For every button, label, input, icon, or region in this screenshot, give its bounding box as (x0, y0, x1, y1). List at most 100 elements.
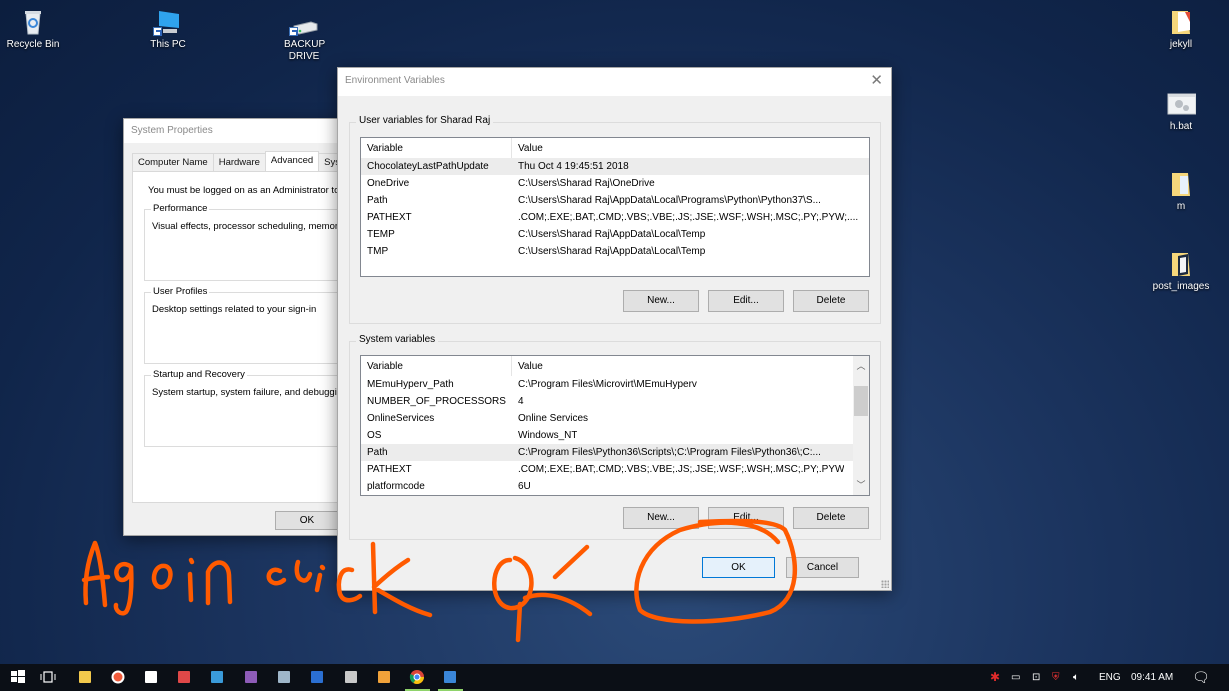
drive-icon (289, 20, 319, 36)
variable-name: NUMBER_OF_PROCESSORS (367, 396, 506, 407)
list-row[interactable]: platformcode 6U (361, 478, 853, 495)
start-windows-icon[interactable] (10, 669, 26, 685)
desktop-icon-label: jekyll (1169, 39, 1193, 50)
git-icon[interactable] (376, 669, 392, 685)
column-header-variable[interactable]: Variable (361, 138, 512, 158)
system-new-button[interactable]: New... (623, 507, 699, 529)
environment-variables-titlebar[interactable]: Environment Variables ✕ (338, 68, 891, 96)
control-panel-icon[interactable] (209, 669, 225, 685)
visual-studio-icon[interactable] (243, 669, 259, 685)
resize-grip-icon[interactable] (881, 580, 889, 588)
shortcut-arrow-icon (153, 27, 162, 36)
list-row[interactable]: PATHEXT .COM;.EXE;.BAT;.CMD;.VBS;.VBE;.JS… (361, 209, 869, 226)
folder-icon (1166, 170, 1196, 198)
desktop-icon-backup-drive[interactable]: BACKUP DRIVE (266, 20, 342, 63)
network-activity-icon[interactable]: ✱ (990, 664, 1000, 691)
list-row[interactable]: TEMP C:\Users\Sharad Raj\AppData\Local\Te… (361, 226, 869, 243)
task-view-icon[interactable] (40, 669, 56, 685)
system-properties-window: System Properties Computer Name Hardware… (123, 118, 384, 536)
list-row[interactable]: Path C:\Users\Sharad Raj\AppData\Local\Pr… (361, 192, 869, 209)
list-row[interactable]: NUMBER_OF_PROCESSORS 4 (361, 393, 853, 410)
user-variables-list[interactable]: Variable Value ChocolateyLastPathUpdate T… (360, 137, 870, 277)
list-row[interactable]: OS Windows_NT (361, 427, 853, 444)
file-explorer-icon[interactable] (77, 669, 93, 685)
scroll-down-icon[interactable]: ﹀ (853, 477, 869, 493)
desktop-icon-h-bat[interactable]: h.bat (1143, 90, 1219, 133)
desktop-icon-label: Recycle Bin (6, 39, 60, 50)
user-edit-button[interactable]: Edit... (708, 290, 784, 312)
column-header-variable[interactable]: Variable (361, 356, 512, 376)
annotation-letter-l (294, 559, 313, 583)
ok-button[interactable]: OK (275, 511, 339, 530)
desktop-icon-jekyll[interactable]: jekyll (1143, 8, 1219, 51)
column-header-value[interactable]: Value (512, 356, 543, 376)
network-tool-icon[interactable] (176, 669, 192, 685)
scrollbar-thumb[interactable] (854, 386, 868, 416)
chrome-icon[interactable] (409, 669, 425, 685)
desktop-icon-post-images[interactable]: post_images (1143, 250, 1219, 293)
advanced-tab-panel: You must be logged on as an Administrato… (132, 171, 384, 503)
close-icon[interactable]: ✕ (870, 71, 883, 89)
tab-hardware[interactable]: Hardware (212, 153, 266, 171)
list-row[interactable]: Path C:\Program Files\Python36\Scripts\;C… (361, 444, 853, 461)
user-delete-button[interactable]: Delete (793, 290, 869, 312)
clock[interactable]: 09:41 AM (1131, 664, 1173, 691)
list-row[interactable]: TMP C:\Users\Sharad Raj\AppData\Local\Tem… (361, 243, 869, 260)
language-indicator[interactable]: ENG (1099, 664, 1121, 691)
desktop-icon-label: post_images (1152, 281, 1210, 292)
tab-computer-name[interactable]: Computer Name (132, 153, 214, 171)
variable-name: Path (367, 447, 388, 458)
system-properties-icon[interactable] (442, 669, 458, 685)
system-variables-scrollbar[interactable]: ︿ ﹀ (853, 356, 869, 495)
list-row[interactable]: OneDrive C:\Users\Sharad Raj\OneDrive (361, 175, 869, 192)
variable-value: C:\Users\Sharad Raj\AppData\Local\Temp (518, 246, 706, 257)
command-prompt-icon[interactable] (343, 669, 359, 685)
variable-value: C:\Users\Sharad Raj\AppData\Local\Temp (518, 229, 706, 240)
annotation-letter-i (187, 557, 195, 603)
variable-name: PATHEXT (367, 464, 412, 475)
user-variables-legend: User variables for Sharad Raj (356, 115, 494, 126)
desktop-icon-m[interactable]: m (1143, 170, 1219, 213)
system-variables-group: System variables Variable Value MEmuHype… (349, 334, 881, 540)
desktop-icon-label: This PC (150, 39, 186, 50)
window-title: System Properties (131, 125, 213, 136)
variable-value: .COM;.EXE;.BAT;.CMD;.VBS;.VBE;.JS;.JSE;.… (518, 212, 859, 223)
battery-icon[interactable]: ▭ (1011, 664, 1020, 691)
recorder-icon[interactable] (110, 669, 126, 685)
folder-icon (1166, 250, 1196, 278)
user-new-button[interactable]: New... (623, 290, 699, 312)
list-row[interactable]: ChocolateyLastPathUpdate Thu Oct 4 19:45:… (361, 158, 869, 175)
action-center-icon[interactable]: 🗨︎ (1192, 664, 1210, 691)
volume-icon[interactable]: 🔈︎ (1073, 664, 1079, 691)
sticky-notes-icon[interactable] (143, 669, 159, 685)
ok-button[interactable]: OK (702, 557, 775, 578)
list-row[interactable]: MEmuHyperv_Path C:\Program Files\Microvir… (361, 376, 853, 393)
desktop-icon-recycle-bin[interactable]: Recycle Bin (0, 8, 71, 51)
variable-name: TMP (367, 246, 389, 257)
column-header-value[interactable]: Value (512, 138, 543, 158)
environment-variables-dialog: Environment Variables ✕ User variables f… (337, 67, 892, 591)
network-icon[interactable]: ⊡ (1032, 664, 1040, 691)
tab-advanced[interactable]: Advanced (264, 151, 320, 171)
system-delete-button[interactable]: Delete (793, 507, 869, 529)
list-header: Variable Value (361, 138, 869, 158)
powershell-icon[interactable] (309, 669, 325, 685)
system-properties-titlebar[interactable]: System Properties (124, 119, 362, 143)
variable-value: 4 (518, 396, 524, 407)
cancel-button[interactable]: Cancel (786, 557, 859, 578)
scroll-up-icon[interactable]: ︿ (853, 358, 869, 374)
user-variables-rows: ChocolateyLastPathUpdate Thu Oct 4 19:45:… (361, 158, 869, 260)
system-variables-list[interactable]: Variable Value MEmuHyperv_Path C:\Program… (360, 355, 870, 496)
desktop-icon-this-pc[interactable]: This PC (130, 8, 206, 51)
system-edit-button[interactable]: Edit... (708, 507, 784, 529)
folder-icon (1166, 8, 1196, 36)
desktop-icon-label: m (1176, 201, 1186, 212)
variable-name: OnlineServices (367, 413, 435, 424)
remote-desktop-icon[interactable] (276, 669, 292, 685)
variable-value: Windows_NT (518, 430, 578, 441)
shortcut-arrow-icon (289, 27, 298, 36)
security-alert-icon[interactable]: ⛨ (1052, 664, 1060, 691)
list-row[interactable]: PATHEXT .COM;.EXE;.BAT;.CMD;.VBS;.VBE;.JS… (361, 461, 853, 478)
list-row[interactable]: OnlineServices Online Services (361, 410, 853, 427)
variable-value: C:\Program Files\Python36\Scripts\;C:\Pr… (518, 447, 821, 458)
